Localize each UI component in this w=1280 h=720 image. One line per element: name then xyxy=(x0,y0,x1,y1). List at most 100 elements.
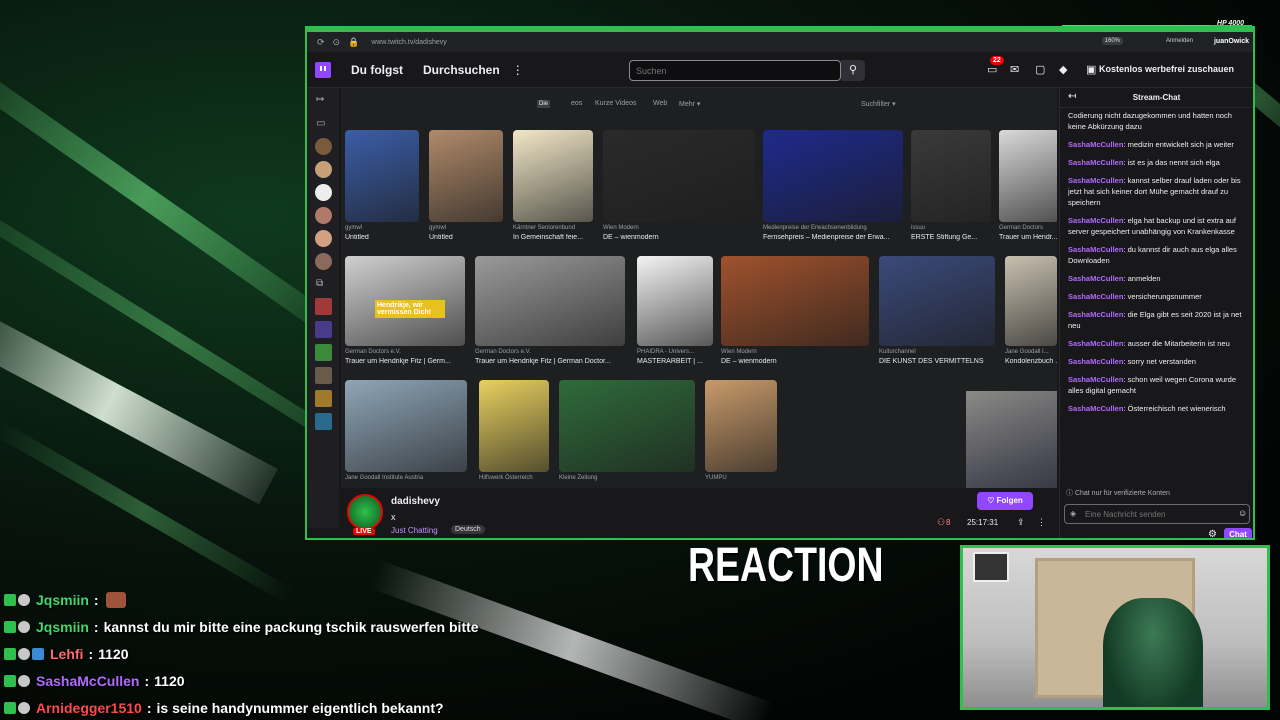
chat-username[interactable]: SashaMcCullen xyxy=(1068,216,1123,225)
image-source[interactable]: Wien Modern xyxy=(721,349,757,355)
image-thumbnail[interactable] xyxy=(879,256,995,346)
image-title[interactable]: Trauer um Hendrikje Fitz | German Doctor… xyxy=(475,358,625,365)
channel-avatar[interactable] xyxy=(315,390,332,407)
reload-icon[interactable]: ⟳ xyxy=(317,37,325,48)
chat-username[interactable]: SashaMcCullen xyxy=(1068,339,1123,348)
video-icon[interactable]: ▭ xyxy=(316,118,325,129)
image-source[interactable]: Kulturchannel xyxy=(879,349,916,355)
image-thumbnail[interactable] xyxy=(911,130,991,222)
image-title[interactable]: Fernsehpreis – Medienpreise der Erwa... xyxy=(763,234,903,241)
nav-following[interactable]: Du folgst xyxy=(351,63,403,77)
chat-username[interactable]: SashaMcCullen xyxy=(1068,357,1123,366)
emote-picker-icon[interactable]: ☺ xyxy=(1238,508,1247,518)
image-result[interactable]: gymwl Untitled xyxy=(429,130,503,244)
image-source[interactable]: Wien Modern xyxy=(603,225,639,231)
image-source[interactable]: Hilfswerk Österreich xyxy=(479,475,533,481)
image-title[interactable]: MASTERARBEIT | ... xyxy=(637,358,713,365)
search-button[interactable]: ⚲ xyxy=(841,60,865,81)
image-title[interactable]: DE – wienmodern xyxy=(721,358,869,365)
image-title[interactable]: DIE KUNST DES VERMITTELNS xyxy=(879,358,995,365)
chat-username[interactable]: SashaMcCullen xyxy=(1068,245,1123,254)
chat-username[interactable]: SashaMcCullen xyxy=(1068,176,1123,185)
crown-icon[interactable]: ◆ xyxy=(1059,63,1067,76)
send-chat-button[interactable]: Chat xyxy=(1224,528,1252,538)
channel-avatar[interactable] xyxy=(315,253,332,270)
chat-username[interactable]: SashaMcCullen xyxy=(1068,310,1123,319)
image-result[interactable]: Hendrikje, wir vermissen Dich! German Doc… xyxy=(345,256,465,368)
channel-avatar[interactable] xyxy=(315,367,332,384)
stream-player[interactable]: Die eos Kurze Videos Web Mehr ▾ Suchfilt… xyxy=(341,88,1057,488)
tab-more[interactable]: Mehr ▾ xyxy=(679,100,700,108)
image-result[interactable]: issuu ERSTE Stiftung Ge... xyxy=(911,130,991,244)
twitch-logo-icon[interactable] xyxy=(315,61,331,78)
image-result[interactable]: German Doctors Trauer um Hendr... xyxy=(999,130,1057,244)
channel-avatar[interactable] xyxy=(315,321,332,338)
tab-web[interactable]: Web xyxy=(653,100,667,107)
image-result[interactable]: Wien Modern DE – wienmodern xyxy=(603,130,755,244)
image-result[interactable]: PHAIDRA - Univers... MASTERARBEIT | ... xyxy=(637,256,713,368)
image-thumbnail[interactable] xyxy=(345,130,419,222)
tab-videos[interactable]: eos xyxy=(571,100,582,107)
image-result[interactable]: Wien Modern DE – wienmodern xyxy=(721,256,869,368)
image-title[interactable]: Trauer um Hendrikje Fitz | Germ... xyxy=(345,358,465,365)
image-title[interactable]: DE – wienmodern xyxy=(603,234,755,241)
image-thumbnail[interactable] xyxy=(763,130,903,222)
chat-username[interactable]: SashaMcCullen xyxy=(1068,158,1123,167)
channel-avatar[interactable] xyxy=(315,207,332,224)
image-title[interactable]: Untitled xyxy=(345,234,419,241)
image-result[interactable]: German Doctors e.V. Trauer um Hendrikje F… xyxy=(475,256,625,368)
image-source[interactable]: PHAIDRA - Univers... xyxy=(637,349,694,355)
image-source[interactable]: German Doctors e.V. xyxy=(345,349,401,355)
chat-username[interactable]: SashaMcCullen xyxy=(1068,140,1123,149)
channel-avatar[interactable] xyxy=(315,413,332,430)
follow-button[interactable]: ♡ Folgen xyxy=(977,492,1033,510)
chat-input[interactable] xyxy=(1064,504,1250,524)
image-result[interactable]: Jane Goodall I... Kondolenzbuch ... xyxy=(1005,256,1057,368)
image-thumbnail[interactable] xyxy=(721,256,869,346)
image-thumbnail[interactable] xyxy=(603,130,755,222)
image-thumbnail[interactable] xyxy=(559,380,695,472)
image-source[interactable]: gymwl xyxy=(345,225,362,231)
image-thumbnail[interactable] xyxy=(345,380,467,472)
search-input[interactable] xyxy=(629,60,841,81)
chat-username[interactable]: SashaMcCullen xyxy=(1068,274,1123,283)
image-thumbnail[interactable] xyxy=(479,380,549,472)
image-result[interactable]: Kulturchannel DIE KUNST DES VERMITTELNS xyxy=(879,256,995,368)
image-source[interactable]: Medienpreise der Erwachsenenbildung xyxy=(763,225,867,231)
chat-username[interactable]: SashaMcCullen xyxy=(1068,404,1123,413)
stream-category[interactable]: Just Chatting xyxy=(391,526,438,535)
channel-avatar[interactable] xyxy=(347,494,383,530)
bits-icon[interactable]: ◈ xyxy=(1070,509,1076,518)
expand-sidebar-icon[interactable]: ↦ xyxy=(316,94,324,105)
share-icon[interactable]: ⇪ xyxy=(1017,517,1025,528)
channel-avatar[interactable] xyxy=(315,230,332,247)
search-filter[interactable]: Suchfilter ▾ xyxy=(861,100,896,108)
copy-icon[interactable]: ⧉ xyxy=(316,278,323,289)
ad-free-button[interactable]: Kostenlos werbefrei zuschauen xyxy=(1099,64,1234,74)
profile-label[interactable]: Anmelden xyxy=(1166,38,1193,44)
chat-username[interactable]: SashaMcCullen xyxy=(1068,375,1123,384)
tab-short-videos[interactable]: Kurze Videos xyxy=(595,100,637,107)
image-title[interactable]: Trauer um Hendr... xyxy=(999,234,1057,241)
mail-icon[interactable]: ✉ xyxy=(1010,63,1019,76)
security-icon[interactable]: ⊙ xyxy=(333,37,341,48)
channel-avatar[interactable] xyxy=(315,138,332,155)
image-thumbnail[interactable] xyxy=(637,256,713,346)
image-title[interactable]: ERSTE Stiftung Ge... xyxy=(911,234,991,241)
image-source[interactable]: Kärntner Seniorenbund xyxy=(513,225,575,231)
image-source[interactable]: Kleine Zeitung xyxy=(559,475,597,481)
image-thumbnail[interactable] xyxy=(429,130,503,222)
image-thumbnail[interactable] xyxy=(999,130,1057,222)
whisper-icon[interactable]: ▢ xyxy=(1035,63,1045,76)
image-source[interactable]: Jane Goodall Institute Austria xyxy=(345,475,423,481)
channel-name[interactable]: dadishevy xyxy=(391,496,440,507)
channel-avatar[interactable] xyxy=(315,344,332,361)
gear-icon[interactable]: ⚙ xyxy=(1208,529,1217,538)
image-thumbnail[interactable] xyxy=(1005,256,1057,346)
image-thumbnail[interactable] xyxy=(705,380,777,472)
language-tag[interactable]: Deutsch xyxy=(451,525,485,534)
image-source[interactable]: gymwl xyxy=(429,225,446,231)
image-result[interactable]: Kärntner Seniorenbund In Gemeinschaft fei… xyxy=(513,130,593,244)
image-source[interactable]: YUMPU xyxy=(705,475,727,481)
zoom-indicator[interactable]: 160% xyxy=(1101,37,1123,45)
